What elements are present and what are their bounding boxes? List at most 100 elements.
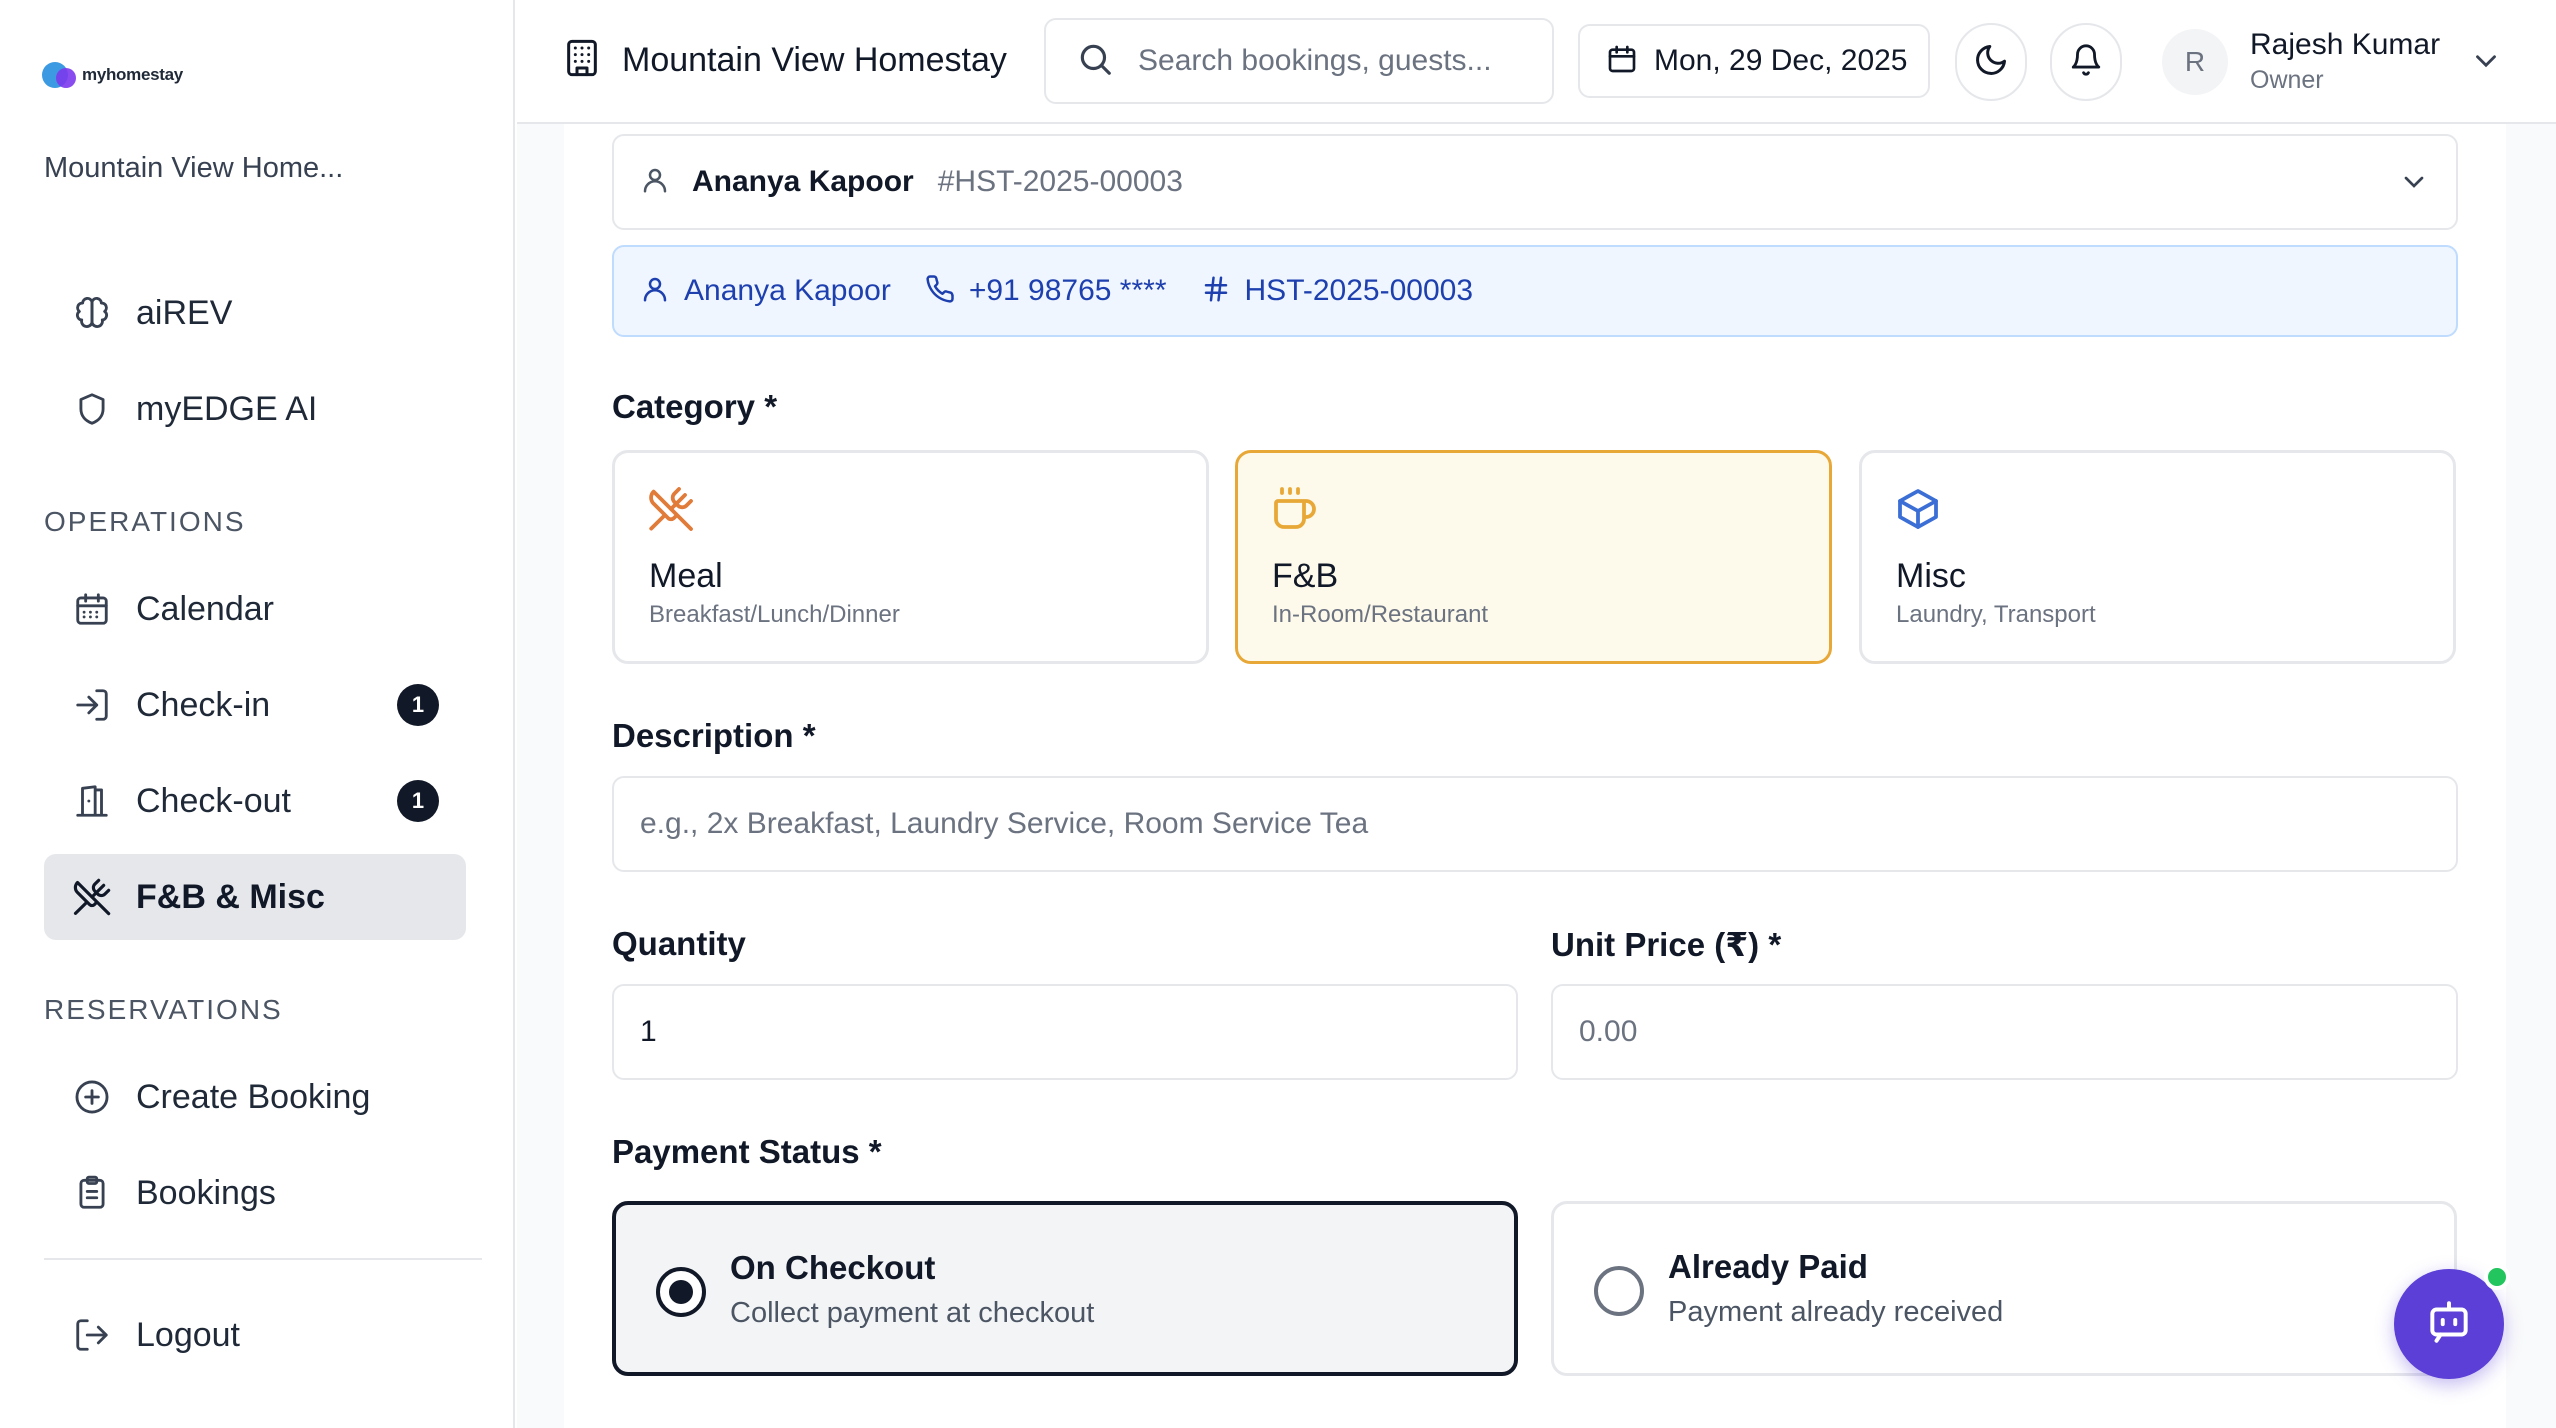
unit-price-label: Unit Price (₹) * — [1551, 926, 1782, 963]
property-name[interactable]: Mountain View Home... — [44, 152, 343, 185]
avatar[interactable]: R — [2162, 29, 2228, 95]
sidebar-item-myedge-ai[interactable]: myEDGE AI — [44, 366, 466, 452]
sidebar-item-label: Check-in — [136, 685, 271, 724]
moon-icon — [1973, 42, 2009, 83]
sidebar-item-airev[interactable]: aiREV — [44, 270, 466, 356]
user-name[interactable]: Rajesh Kumar — [2250, 28, 2440, 62]
radio-selected[interactable] — [656, 1267, 706, 1317]
current-date: Mon, 29 Dec, 2025 — [1654, 44, 1908, 77]
logo-mark-icon — [42, 60, 78, 90]
bot-icon — [2424, 1297, 2474, 1352]
top-header: Mountain View Homestay Search bookings, … — [517, 0, 2556, 124]
app-root: myhomestay Mountain View Home... aiREV m… — [0, 0, 2556, 1428]
category-subtitle: In-Room/Restaurant — [1272, 601, 1489, 628]
category-title: Misc — [1896, 557, 1966, 595]
sidebar-item-check-in[interactable]: Check-in 1 — [44, 662, 466, 748]
plus-circle-icon — [72, 1077, 112, 1117]
guest-info-booking-ref: HST-2025-00003 — [1244, 274, 1474, 307]
user-role: Owner — [2250, 66, 2324, 94]
quantity-label: Quantity — [612, 925, 746, 962]
sidebar-item-calendar[interactable]: Calendar — [44, 566, 466, 652]
sidebar-item-check-out[interactable]: Check-out 1 — [44, 758, 466, 844]
sidebar: myhomestay Mountain View Home... aiREV m… — [0, 0, 515, 1428]
section-title-operations: OPERATIONS — [44, 506, 246, 537]
category-subtitle: Breakfast/Lunch/Dinner — [649, 601, 900, 628]
guest-select[interactable]: Ananya Kapoor #HST-2025-00003 — [612, 134, 2458, 230]
search-input[interactable]: Search bookings, guests... — [1044, 18, 1554, 104]
login-icon — [72, 685, 112, 725]
payment-option-subtitle: Collect payment at checkout — [730, 1297, 1095, 1329]
sidebar-item-label: aiREV — [136, 293, 233, 332]
category-title: F&B — [1272, 557, 1339, 595]
section-title-reservations: RESERVATIONS — [44, 994, 283, 1025]
door-icon — [72, 781, 112, 821]
unit-price-placeholder: 0.00 — [1579, 1015, 1638, 1048]
description-label: Description * — [612, 717, 816, 754]
category-misc[interactable]: Misc Laundry, Transport — [1859, 450, 2456, 664]
chevron-down-icon — [2398, 166, 2430, 203]
sidebar-item-label: Bookings — [136, 1173, 276, 1212]
selected-guest-name: Ananya Kapoor — [692, 165, 914, 198]
sidebar-divider — [44, 1258, 482, 1260]
calendar-icon — [1606, 43, 1638, 80]
header-property-title: Mountain View Homestay — [562, 38, 1007, 83]
shield-icon — [72, 389, 112, 429]
category-fb[interactable]: F&B In-Room/Restaurant — [1235, 450, 1832, 664]
chevron-down-icon[interactable] — [2469, 44, 2503, 83]
logout-icon — [72, 1315, 112, 1355]
sidebar-item-bookings[interactable]: Bookings — [44, 1150, 466, 1236]
brand-logo[interactable]: myhomestay — [42, 60, 183, 90]
sidebar-item-label: Check-out — [136, 781, 291, 820]
user-icon — [640, 165, 670, 200]
sidebar-item-create-booking[interactable]: Create Booking — [44, 1054, 466, 1140]
building-icon — [562, 38, 602, 83]
category-label: Category * — [612, 388, 778, 425]
hash-icon — [1201, 274, 1231, 309]
dark-mode-toggle[interactable] — [1955, 23, 2027, 101]
sidebar-item-fb-misc[interactable]: F&B & Misc — [44, 854, 466, 940]
description-placeholder: e.g., 2x Breakfast, Laundry Service, Roo… — [640, 807, 1369, 840]
logout-label: Logout — [136, 1315, 240, 1354]
description-input[interactable]: e.g., 2x Breakfast, Laundry Service, Roo… — [612, 776, 2458, 872]
payment-option-title: Already Paid — [1668, 1248, 1868, 1285]
category-meal[interactable]: Meal Breakfast/Lunch/Dinner — [612, 450, 1209, 664]
clipboard-icon — [72, 1173, 112, 1213]
logo-text: myhomestay — [82, 65, 183, 84]
sidebar-item-label: F&B & Misc — [136, 877, 325, 916]
brain-icon — [72, 293, 112, 333]
search-placeholder: Search bookings, guests... — [1138, 44, 1492, 77]
online-status-dot — [2484, 1264, 2510, 1290]
header-title-text: Mountain View Homestay — [622, 41, 1007, 79]
coffee-icon — [1270, 485, 1318, 533]
guest-info-banner: Ananya Kapoor +91 98765 **** HST-2025-00… — [612, 245, 2458, 337]
unit-price-input[interactable]: 0.00 — [1551, 984, 2458, 1080]
sidebar-item-label: Create Booking — [136, 1077, 371, 1116]
category-title: Meal — [649, 557, 723, 595]
package-icon — [1894, 485, 1942, 533]
radio-unselected[interactable] — [1594, 1266, 1644, 1316]
quantity-input[interactable]: 1 — [612, 984, 1518, 1080]
category-subtitle: Laundry, Transport — [1896, 601, 2096, 628]
guest-info-name: Ananya Kapoor — [684, 274, 891, 307]
utensils-icon — [72, 877, 112, 917]
payment-option-already-paid[interactable]: Already Paid Payment already received — [1551, 1201, 2457, 1376]
check-in-count-badge: 1 — [397, 684, 439, 726]
payment-option-subtitle: Payment already received — [1668, 1296, 2004, 1328]
logout-button[interactable]: Logout — [44, 1292, 466, 1378]
sidebar-item-label: Calendar — [136, 589, 274, 628]
phone-icon — [925, 274, 955, 309]
selected-booking-id: #HST-2025-00003 — [937, 165, 1183, 198]
payment-option-title: On Checkout — [730, 1249, 936, 1286]
payment-option-on-checkout[interactable]: On Checkout Collect payment at checkout — [612, 1201, 1518, 1376]
sidebar-item-label: myEDGE AI — [136, 389, 318, 428]
check-out-count-badge: 1 — [397, 780, 439, 822]
search-icon — [1076, 40, 1114, 83]
payment-status-label: Payment Status * — [612, 1133, 882, 1170]
quantity-value: 1 — [640, 1015, 657, 1048]
date-picker-button[interactable]: Mon, 29 Dec, 2025 — [1578, 24, 1930, 98]
user-icon — [640, 274, 670, 309]
guest-info-phone: +91 98765 **** — [968, 274, 1167, 307]
bell-icon — [2069, 43, 2103, 82]
notifications-button[interactable] — [2050, 23, 2122, 101]
calendar-icon — [72, 589, 112, 629]
